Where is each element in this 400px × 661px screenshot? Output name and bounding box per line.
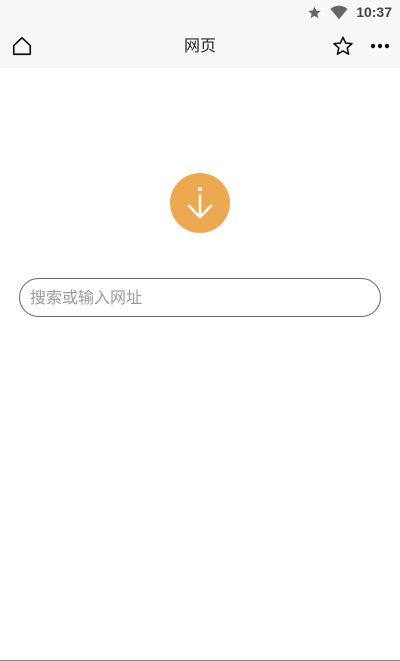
search-input[interactable]: [30, 288, 360, 307]
status-bar: 10:37: [0, 0, 400, 24]
page-title: 网页: [183, 36, 216, 55]
star-outline-icon: [333, 36, 353, 55]
more-options-button[interactable]: [360, 24, 400, 68]
download-arrow-icon: [187, 187, 213, 219]
app-logo: [170, 173, 230, 233]
search-box[interactable]: [19, 278, 381, 317]
more-horizontal-icon: [370, 43, 390, 49]
wifi-icon: [330, 5, 348, 20]
star-icon: [307, 5, 322, 20]
home-button[interactable]: [2, 24, 42, 68]
toolbar: 网页: [0, 24, 400, 68]
bookmark-button[interactable]: [323, 24, 363, 68]
status-time: 10:37: [356, 4, 392, 20]
home-icon: [12, 36, 32, 56]
